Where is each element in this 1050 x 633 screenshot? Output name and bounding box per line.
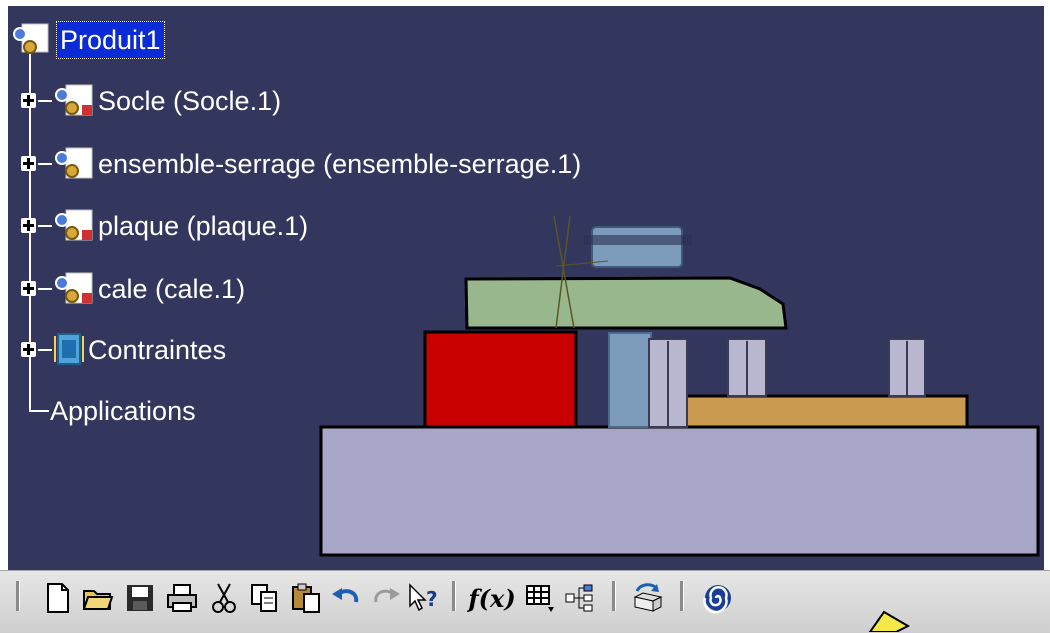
specification-tree: Produit1 Socle (Socle.1) ensemble-serrag…: [8, 6, 1044, 570]
redo-icon[interactable]: [368, 579, 404, 617]
expand-plus-icon[interactable]: [21, 342, 36, 357]
constraints-icon: [52, 332, 88, 368]
spiral-icon[interactable]: [700, 579, 736, 617]
toolbar-separator: [452, 581, 456, 611]
expand-plus-icon[interactable]: [21, 281, 36, 296]
paste-icon[interactable]: [288, 579, 324, 617]
update-icon[interactable]: [630, 579, 666, 617]
toolbar-separator: [680, 581, 684, 611]
tree-item-socle[interactable]: Socle (Socle.1): [8, 79, 281, 123]
open-folder-icon[interactable]: [80, 579, 116, 617]
tree-item-cale[interactable]: cale (cale.1): [8, 267, 245, 311]
product-icon: [52, 146, 98, 182]
tree-root-label[interactable]: Produit1: [56, 21, 165, 59]
tree-item-label: plaque (plaque.1): [98, 210, 309, 241]
expand-plus-icon[interactable]: [21, 93, 36, 108]
tree-item-plaque[interactable]: plaque (plaque.1): [8, 204, 308, 248]
tree-view-icon[interactable]: [562, 579, 598, 617]
part-icon: [52, 208, 98, 244]
mouse-cursor-icon: [868, 610, 910, 632]
tree-item-label: ensemble-serrage (ensemble-serrage.1): [98, 148, 582, 179]
tree-item-contraintes[interactable]: Contraintes: [8, 328, 226, 372]
toolbar-grip[interactable]: [16, 581, 20, 611]
expand-plus-icon[interactable]: [21, 156, 36, 171]
new-document-icon[interactable]: [40, 579, 76, 617]
tree-item-label: Applications: [50, 395, 196, 426]
tree-item-label: Contraintes: [88, 334, 227, 365]
expand-plus-icon[interactable]: [21, 218, 36, 233]
table-icon[interactable]: [522, 579, 558, 617]
save-icon[interactable]: [122, 579, 158, 617]
tree-item-ensemble-serrage[interactable]: ensemble-serrage (ensemble-serrage.1): [8, 142, 581, 186]
tree-item-label: Socle (Socle.1): [98, 85, 282, 116]
undo-icon[interactable]: [328, 579, 364, 617]
part-icon: [52, 83, 98, 119]
print-icon[interactable]: [164, 579, 200, 617]
part-icon: [52, 271, 98, 307]
product-icon: [10, 22, 56, 58]
copy-icon[interactable]: [246, 579, 282, 617]
3d-viewport[interactable]: Produit1 Socle (Socle.1) ensemble-serrag…: [8, 6, 1044, 570]
tree-root-node[interactable]: Produit1: [10, 18, 165, 62]
toolbar-separator: [612, 581, 616, 611]
cut-icon[interactable]: [206, 579, 242, 617]
tree-item-applications[interactable]: Applications: [50, 389, 196, 433]
tree-item-label: cale (cale.1): [98, 273, 246, 304]
svg-text:?: ?: [426, 587, 438, 611]
whats-this-help-icon[interactable]: ?: [406, 579, 442, 617]
formula-icon[interactable]: f(x): [468, 579, 515, 617]
